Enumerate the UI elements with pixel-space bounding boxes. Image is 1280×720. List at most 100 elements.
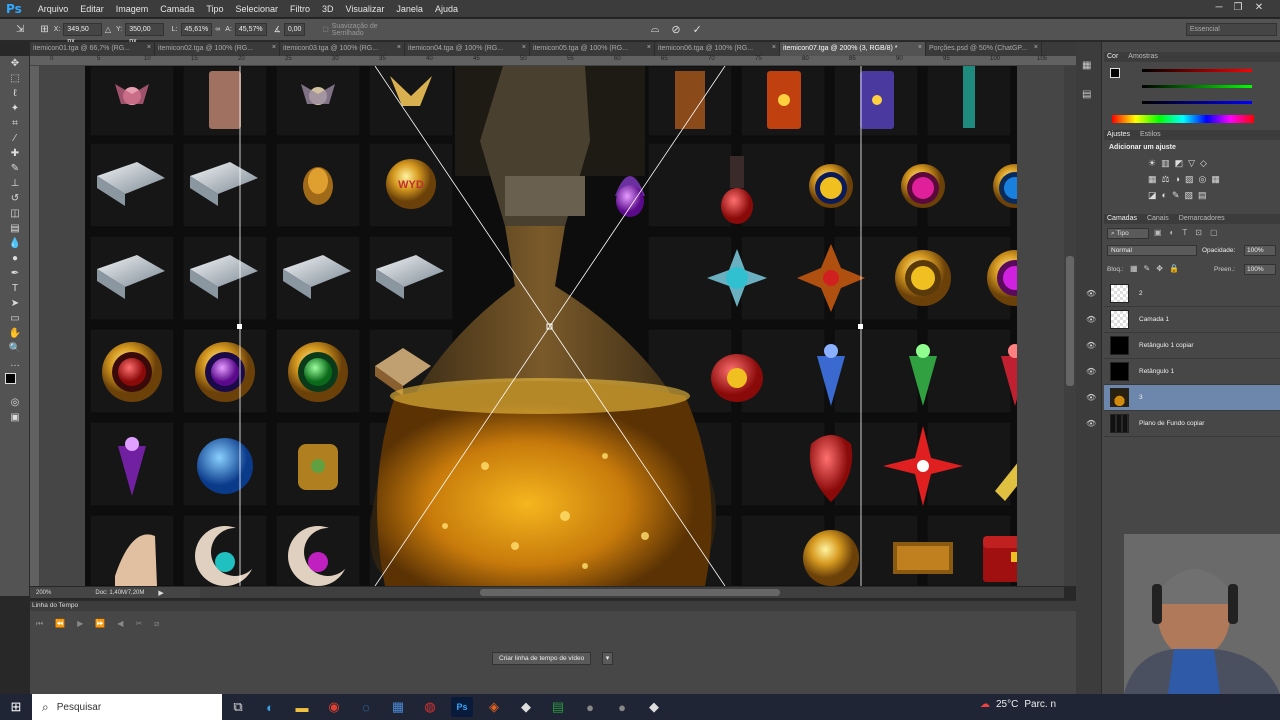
vertical-scroll-thumb[interactable]	[1066, 256, 1074, 386]
tab-itemicon07[interactable]: itemicon07.tga @ 200% (3, RGB/8) * ×	[780, 42, 926, 56]
shape-tool-icon[interactable]: ▭	[0, 311, 30, 326]
tab-close-icon[interactable]: ×	[918, 44, 922, 51]
warp-icon[interactable]: ⌓	[651, 23, 660, 36]
file-explorer-icon[interactable]: ▬	[291, 697, 313, 717]
close-icon[interactable]: ✕	[1252, 2, 1266, 14]
tab-porcoes[interactable]: Porções.psd @ 50% (ChatGP... ×	[926, 42, 1042, 56]
minimize-icon[interactable]: ─	[1212, 2, 1226, 14]
tab-camadas[interactable]: Camadas	[1107, 214, 1137, 224]
notepad-icon[interactable]: ▤	[547, 697, 569, 717]
tab-close-icon[interactable]: ×	[772, 44, 776, 51]
commit-transform-icon[interactable]: ✓	[693, 23, 702, 36]
menu-3d[interactable]: 3D	[316, 4, 340, 14]
eye-icon[interactable]: 👁	[1086, 341, 1096, 350]
menu-tipo[interactable]: Tipo	[200, 4, 229, 14]
menu-camada[interactable]: Camada	[154, 4, 200, 14]
red-slider[interactable]	[1142, 69, 1252, 72]
menu-arquivo[interactable]: Arquivo	[32, 4, 75, 14]
eye-icon[interactable]: 👁	[1086, 419, 1096, 428]
layer-row[interactable]: 👁 Retângulo 1 copiar	[1086, 333, 1280, 359]
eye-icon[interactable]: 👁	[1086, 289, 1096, 298]
blend-mode-select[interactable]: Normal	[1107, 245, 1197, 256]
menu-filtro[interactable]: Filtro	[284, 4, 316, 14]
tab-demarcadores[interactable]: Demarcadores	[1179, 214, 1225, 224]
zoom-tool-icon[interactable]: 🔍	[0, 341, 30, 356]
history-brush-tool-icon[interactable]: ↺	[0, 191, 30, 206]
messenger-icon[interactable]: ◌	[355, 697, 377, 717]
marquee-tool-icon[interactable]: ⬚	[0, 71, 30, 86]
w-field[interactable]: 45,61%	[180, 23, 213, 36]
tab-itemicon03[interactable]: itemicon03.tga @ 100% (RG... ×	[280, 42, 405, 56]
tab-amostras[interactable]: Amostras	[1128, 52, 1158, 62]
reference-point-icon[interactable]: ⊞	[40, 24, 48, 35]
blur-tool-icon[interactable]: 💧	[0, 236, 30, 251]
menu-visualizar[interactable]: Visualizar	[340, 4, 391, 14]
tab-itemicon01[interactable]: itemicon01.tga @ 66,7% (RG... ×	[30, 42, 155, 56]
y-field[interactable]: 350,00 px	[125, 23, 164, 45]
layer-row[interactable]: 👁 Retângulo 1	[1086, 359, 1280, 385]
tab-cor[interactable]: Cor	[1107, 52, 1118, 62]
horizontal-scrollbar[interactable]	[200, 587, 1064, 598]
document-canvas[interactable]: WYD	[40, 66, 1064, 586]
tab-close-icon[interactable]: ×	[647, 44, 651, 51]
brush-tool-icon[interactable]: ✎	[0, 161, 30, 176]
status-arrow-icon[interactable]: ▶	[158, 589, 163, 597]
photoshop-taskbar-icon[interactable]: Ps	[451, 697, 473, 717]
eraser-tool-icon[interactable]: ◫	[0, 206, 30, 221]
color-swatches[interactable]	[0, 371, 29, 395]
task-view-icon[interactable]: ⧉	[227, 697, 249, 717]
app-orange-icon[interactable]: ◈	[483, 697, 505, 717]
transition-icon[interactable]: ⧄	[154, 619, 159, 629]
menu-janela[interactable]: Janela	[390, 4, 429, 14]
type-tool-icon[interactable]: T	[0, 281, 30, 296]
eye-icon[interactable]: 👁	[1086, 315, 1096, 324]
green-slider[interactable]	[1142, 85, 1252, 88]
foreground-swatch[interactable]	[1110, 68, 1120, 78]
recorder-icon[interactable]: ◍	[419, 697, 441, 717]
zoom-level[interactable]: 200%	[36, 590, 51, 596]
tab-close-icon[interactable]: ×	[272, 44, 276, 51]
history-panel-icon[interactable]: ▦	[1082, 60, 1095, 71]
color-ramp[interactable]	[1112, 115, 1254, 123]
layer-row[interactable]: 👁 2	[1086, 281, 1280, 307]
menu-editar[interactable]: Editar	[74, 4, 110, 14]
layer-row-selected[interactable]: 👁 3	[1086, 385, 1280, 411]
audio-icon[interactable]: ◀	[117, 619, 123, 629]
layer-row[interactable]: 👁 Camada 1	[1086, 307, 1280, 333]
game-app-2-icon[interactable]: ◆	[643, 697, 665, 717]
tab-estilos[interactable]: Estilos	[1140, 130, 1161, 140]
kind-filter-select[interactable]: ⌕ Tipo	[1107, 228, 1149, 239]
tool-preset-icon[interactable]: ⇲	[16, 24, 24, 35]
tab-close-icon[interactable]: ×	[522, 44, 526, 51]
tab-close-icon[interactable]: ×	[397, 44, 401, 51]
delta-icon[interactable]: △	[105, 25, 111, 34]
antialias-checkbox[interactable]: ☐	[322, 26, 328, 34]
tab-close-icon[interactable]: ×	[147, 44, 151, 51]
adjustment-icons[interactable]: ☀▥◩▽◇ ▦⚖◑▨◎▦ ◪◐✎▧▤	[1104, 155, 1280, 203]
tab-close-icon[interactable]: ×	[1034, 44, 1038, 51]
tab-itemicon04[interactable]: itemicon04.tga @ 100% (RG... ×	[405, 42, 530, 56]
first-frame-icon[interactable]: ⏮	[36, 619, 43, 629]
crop-tool-icon[interactable]: ⌗	[0, 116, 30, 131]
restore-icon[interactable]: ❐	[1231, 2, 1245, 14]
windows-start-icon[interactable]: ⊞	[5, 697, 27, 717]
healing-brush-tool-icon[interactable]: ✚	[0, 146, 30, 161]
opacity-field[interactable]: 100%	[1244, 245, 1276, 256]
obs-icon[interactable]: ●	[579, 697, 601, 717]
edge-icon[interactable]: ◐	[259, 697, 281, 717]
quick-mask-icon[interactable]: ◎	[0, 395, 30, 410]
blue-slider[interactable]	[1142, 101, 1252, 104]
hand-tool-icon[interactable]: ✋	[0, 326, 30, 341]
lock-icons[interactable]: ▦✎✥🔒	[1130, 264, 1185, 273]
vertical-scrollbar[interactable]	[1064, 66, 1076, 586]
play-icon[interactable]: ▶	[77, 619, 83, 629]
stamp-tool-icon[interactable]: ⊥	[0, 176, 30, 191]
path-selection-tool-icon[interactable]: ➤	[0, 296, 30, 311]
layer-row[interactable]: 👁 Plano de Fundo copiar	[1086, 411, 1280, 437]
layer-filter-icons[interactable]: ▣◐T⊡▢	[1154, 228, 1226, 237]
tab-itemicon06[interactable]: itemicon06.tga @ 100% (RG... ×	[655, 42, 780, 56]
create-video-timeline-button[interactable]: Criar linha de tempo de vídeo	[492, 652, 592, 665]
game-app-icon[interactable]: ◆	[515, 697, 537, 717]
lasso-tool-icon[interactable]: ℓ	[0, 86, 30, 101]
properties-panel-icon[interactable]: ▤	[1082, 89, 1095, 100]
